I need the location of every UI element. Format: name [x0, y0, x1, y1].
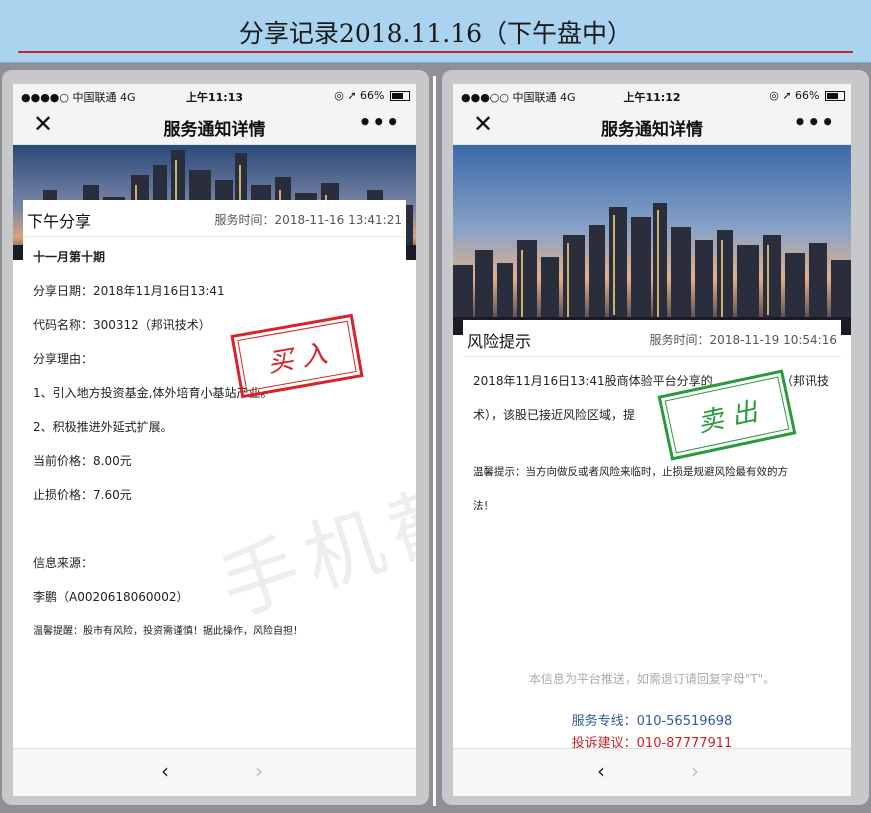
card-title: 下午分享: [27, 212, 92, 231]
nav-title: 服务通知详情: [163, 120, 266, 140]
issue-title: 十一月第十期: [33, 250, 106, 264]
risk-line-1: 2018年11月16日13:41股商体验平台分享的: [473, 374, 713, 388]
back-icon[interactable]: ‹: [161, 759, 169, 783]
status-bar: ●●●●○ 中国联通 4G 上午11:13 ◎ ➚ 66%: [13, 84, 416, 106]
more-icon[interactable]: •••: [359, 110, 400, 134]
current-price: 当前价格：8.00元: [33, 454, 132, 468]
bottom-toolbar: ‹ ›: [13, 748, 416, 796]
service-time: 服务时间：2018-11-19 10:54:16: [649, 333, 837, 347]
battery-icon: [825, 91, 845, 101]
panel-divider: [433, 76, 436, 806]
share-reason-label: 分享理由：: [33, 352, 94, 366]
forward-icon[interactable]: ›: [691, 759, 699, 783]
back-icon[interactable]: ‹: [597, 759, 605, 783]
card-header: 下午分享 服务时间：2018-11-16 13:41:21: [23, 200, 406, 237]
left-screenshot-panel: ●●●●○ 中国联通 4G 上午11:13 ◎ ➚ 66% ✕ 服务通知详情 •…: [2, 70, 429, 805]
bottom-toolbar: ‹ ›: [453, 748, 851, 796]
source-label: 信息来源：: [33, 556, 94, 570]
right-screenshot-panel: ●●●○○ 中国联通 4G 上午11:12 ◎ ➚ 66% ✕ 服务通知详情 •…: [442, 70, 869, 805]
header-underline: [18, 51, 853, 53]
page-header: 分享记录2018.11.16（下午盘中）: [0, 0, 871, 63]
risk-line-2: 术），该股已接近风险区域，提: [473, 408, 636, 422]
card-title: 风险提示: [467, 332, 532, 351]
nav-title: 服务通知详情: [601, 120, 703, 140]
battery-icon: [390, 91, 410, 101]
unsubscribe-note: 本信息为平台推送，如需退订请回复字母"T"。: [528, 672, 776, 686]
reason-2: 2、积极推进外延式扩展。: [33, 420, 173, 434]
forward-icon[interactable]: ›: [255, 759, 263, 783]
more-icon[interactable]: •••: [794, 110, 835, 134]
status-right: ◎ ➚ 66%: [769, 89, 845, 102]
risk-tip: 温馨提示：当方向做反或者风险来临时，止损是规避风险最有效的方: [473, 466, 788, 478]
risk-tip-end: 法！: [473, 500, 494, 512]
stock-code: 代码名称：300312（邦讯技术）: [33, 318, 211, 332]
service-hotline[interactable]: 服务专线：010-56519698: [453, 710, 851, 729]
nav-bar: ✕ 服务通知详情 •••: [453, 106, 851, 145]
risk-line-1-tail: （邦讯技: [781, 374, 830, 388]
source-name: 李鹏（A0020618060002）: [33, 590, 189, 604]
page-title: 分享记录2018.11.16（下午盘中）: [238, 19, 633, 48]
card-header: 风险提示 服务时间：2018-11-19 10:54:16: [463, 320, 841, 357]
right-phone-screen: ●●●○○ 中国联通 4G 上午11:12 ◎ ➚ 66% ✕ 服务通知详情 •…: [453, 84, 851, 796]
buy-stamp-text: 买 入: [237, 320, 357, 392]
share-date: 分享日期：2018年11月16日13:41: [33, 284, 225, 298]
reason-1: 1、引入地方投资基金,体外培育小基站产业。: [33, 386, 273, 400]
status-indicators: ◎ ➚ 66%: [769, 89, 820, 102]
left-phone-screen: ●●●●○ 中国联通 4G 上午11:13 ◎ ➚ 66% ✕ 服务通知详情 •…: [13, 84, 416, 796]
service-time: 服务时间：2018-11-16 13:41:21: [214, 213, 402, 227]
city-banner-image: [453, 145, 851, 335]
status-indicators: ◎ ➚ 66%: [334, 89, 385, 102]
stop-loss-price: 止损价格：7.60元: [33, 488, 132, 502]
nav-bar: ✕ 服务通知详情 •••: [13, 106, 416, 145]
status-bar: ●●●○○ 中国联通 4G 上午11:12 ◎ ➚ 66%: [453, 84, 851, 106]
status-right: ◎ ➚ 66%: [334, 89, 410, 102]
